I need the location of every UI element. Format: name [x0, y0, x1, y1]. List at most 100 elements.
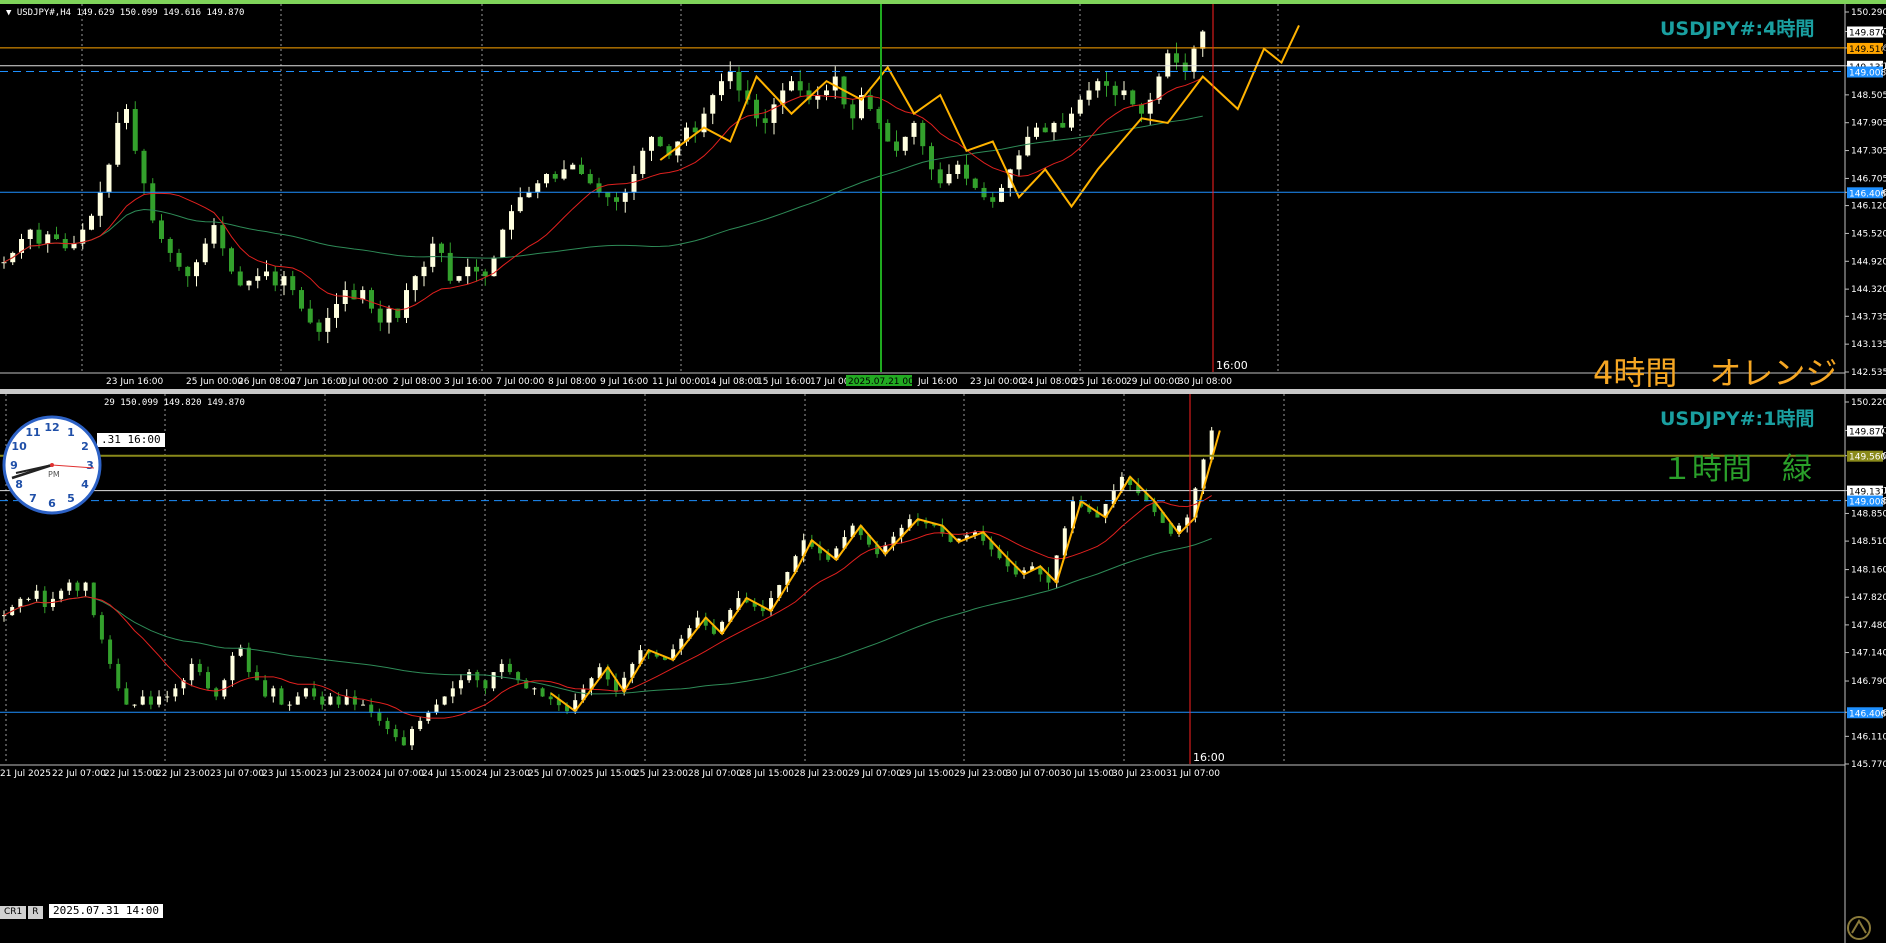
chart-header-h4: ▼ USDJPY#,H4 149.629 150.099 149.616 149…: [6, 8, 244, 18]
candle-body: [230, 655, 235, 681]
price-marker-label: 149.870: [1849, 427, 1886, 437]
candle-body: [911, 122, 917, 137]
timeframe-annotation-green: １時間 緑: [1662, 452, 1812, 487]
candle-body: [393, 729, 398, 738]
candle-body: [197, 663, 202, 673]
candle-body: [237, 271, 243, 286]
candle-body: [299, 290, 304, 309]
time-tick-label: 2 Jul 08:00: [393, 377, 442, 387]
candle-body: [605, 192, 611, 198]
candle-body: [1191, 48, 1197, 72]
candle-body: [1077, 99, 1083, 114]
candle-body: [141, 150, 147, 184]
candle-body: [214, 688, 219, 697]
candle-body: [157, 696, 162, 705]
candle-body: [964, 164, 969, 179]
candle-body: [762, 118, 768, 123]
candle-body: [404, 290, 409, 318]
candle-body: [736, 71, 742, 91]
candle-body: [307, 308, 313, 323]
candle-body: [517, 197, 523, 212]
candle-body: [1139, 104, 1144, 114]
tab-r[interactable]: R: [28, 906, 43, 919]
candle-body: [535, 183, 541, 193]
candle-body: [474, 266, 479, 272]
candle-body: [500, 229, 506, 258]
candle-body: [622, 192, 628, 202]
candle-body: [719, 81, 724, 96]
timeframe-annotation-orange: 4時間 オレンジ: [1593, 354, 1838, 389]
candle-body: [159, 220, 164, 240]
svg-text:PM: PM: [48, 470, 60, 479]
time-tick-label: 21 Jul 2025: [0, 769, 51, 779]
price-tick-label: 146.790: [1851, 677, 1886, 687]
h4-chart-canvas[interactable]: 150.290149.870149.516149.131148.505147.9…: [0, 4, 1886, 389]
price-tick-label: 144.920: [1851, 257, 1886, 267]
candle-body: [946, 174, 952, 184]
candle-body: [430, 243, 436, 267]
candle-body: [377, 308, 383, 323]
h1-chart-canvas[interactable]: 150.220149.870149.560149.131149.008148.8…: [0, 394, 1886, 943]
candle-body: [614, 197, 619, 202]
candle-body: [246, 647, 251, 673]
candle-body: [570, 164, 576, 170]
time-tick-label: 29 Jul 00:00: [1126, 377, 1180, 387]
candle-body: [532, 688, 537, 690]
candle-body: [140, 696, 145, 705]
candle-body: [325, 317, 331, 332]
analog-clock-widget: 12 12 3 45678 9 1011 PM: [2, 415, 102, 515]
tab-cr1[interactable]: CR1: [0, 906, 27, 919]
candle-body: [421, 266, 427, 277]
candle-body: [206, 672, 210, 689]
candle-body: [789, 81, 794, 91]
candle-body: [361, 704, 366, 706]
candle-body: [263, 680, 268, 697]
candle-body: [526, 192, 532, 198]
candle-body: [482, 271, 488, 277]
price-tick-label: 142.535: [1851, 368, 1886, 378]
candle-body: [377, 712, 382, 721]
time-tick-label: 14 Jul 08:00: [705, 377, 759, 387]
candle-body: [26, 598, 31, 600]
clock-number-11: 11: [25, 426, 40, 439]
candle-body: [255, 276, 261, 281]
candle-body: [108, 639, 113, 664]
candle-body: [287, 704, 292, 706]
candle-body: [1, 262, 7, 264]
candle-body: [281, 276, 287, 286]
collapse-arrow-icon[interactable]: ▼: [6, 8, 11, 18]
time-tick-label: 23 Jun 16:00: [106, 377, 163, 387]
candle-body: [150, 183, 156, 221]
candle-body: [467, 672, 472, 681]
cursor-time-label: 16:00: [1216, 359, 1248, 372]
price-marker-label: 149.516: [1849, 45, 1886, 55]
candle-body: [434, 704, 439, 713]
chart-pane-h1[interactable]: 150.220149.870149.560149.131149.008148.8…: [0, 394, 1886, 943]
candle-body: [272, 271, 278, 286]
candle-body: [929, 146, 934, 170]
candle-body: [692, 127, 698, 133]
time-tick-label: 24 Jul 23:00: [476, 769, 530, 779]
time-tick-label: 7 Jul 00:00: [496, 377, 545, 387]
candle-body: [540, 688, 545, 697]
time-tick-label: 9 Jul 16:00: [600, 377, 649, 387]
time-tick-label: 30 Jul 08:00: [1178, 377, 1232, 387]
candle-body: [238, 647, 243, 656]
candle-body: [34, 590, 39, 599]
candle-body: [1200, 31, 1206, 49]
price-tick-label: 148.510: [1851, 537, 1886, 547]
candle-body: [507, 663, 512, 673]
candle-body: [955, 164, 961, 175]
candle-body: [885, 122, 891, 142]
candle-body: [937, 169, 943, 184]
price-marker-label: 149.560: [1849, 453, 1886, 463]
candle-body: [279, 688, 284, 705]
candle-body: [185, 266, 191, 277]
candle-body: [972, 178, 978, 188]
price-tick-label: 147.905: [1851, 119, 1886, 129]
price-tick-label: 143.735: [1851, 312, 1886, 322]
time-tick-label: 27 Jun 16:00: [290, 377, 347, 387]
candle-body: [45, 234, 51, 244]
chart-pane-h4[interactable]: 150.290149.870149.516149.131148.505147.9…: [0, 4, 1886, 389]
ohlc-header-text: USDJPY#,H4 149.629 150.099 149.616 149.8…: [16, 8, 245, 18]
